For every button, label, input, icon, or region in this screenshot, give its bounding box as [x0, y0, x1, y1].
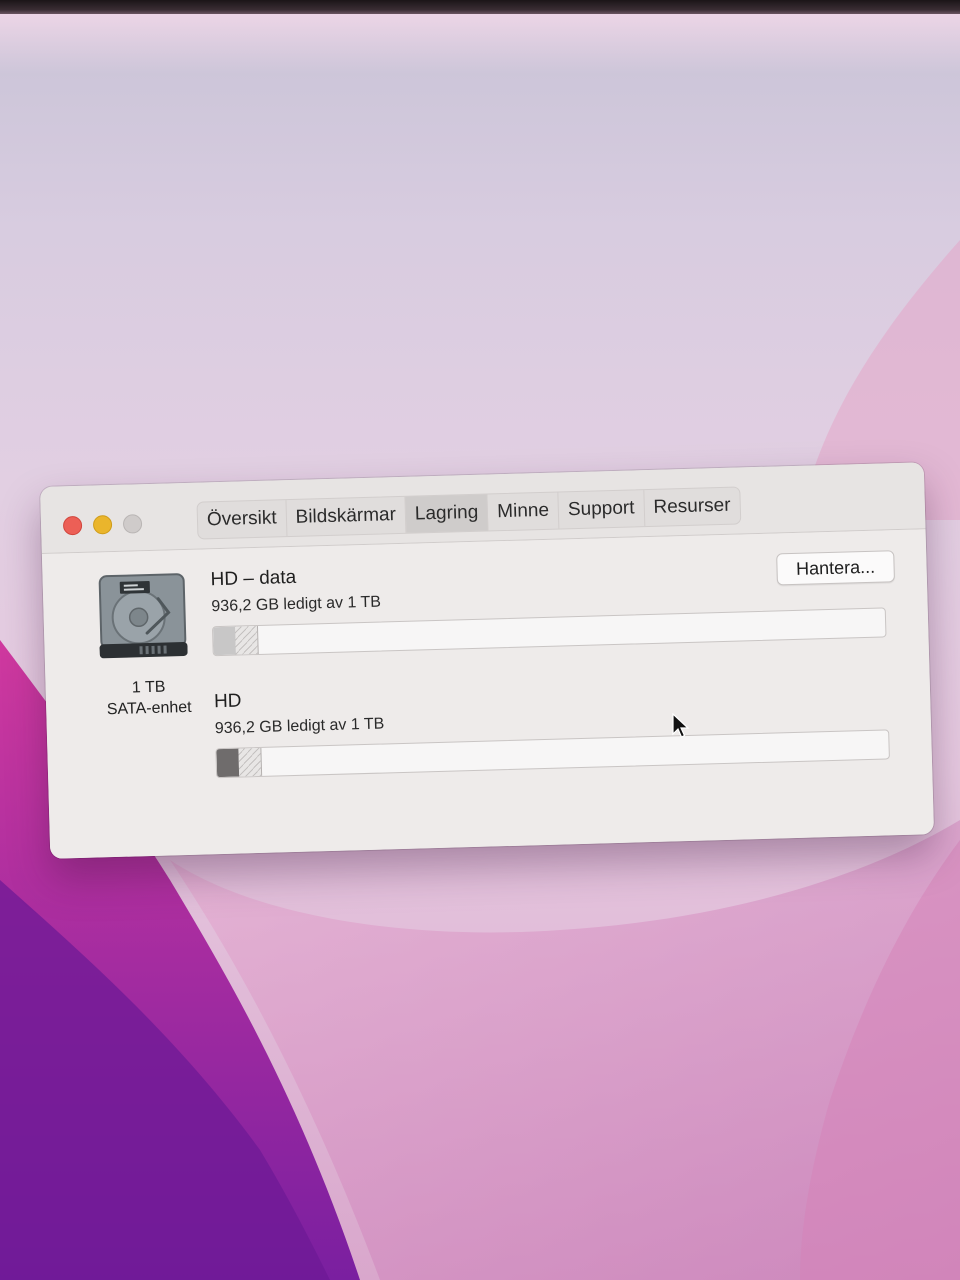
screen-bezel [0, 0, 960, 14]
tab-support[interactable]: Support [558, 490, 646, 529]
disk-type: SATA-enhet [106, 698, 192, 719]
storage-panel: 1 TB SATA-enhet HD – data 936,2 GB ledig… [41, 529, 935, 859]
volume-hd: HD 936,2 GB ledigt av 1 TB [214, 672, 896, 779]
zoom-button[interactable] [122, 514, 143, 534]
close-button[interactable] [62, 515, 83, 536]
tab-oversikt[interactable]: Översikt [197, 500, 288, 539]
storage-bar [215, 729, 890, 779]
storage-purgeable-segment [234, 625, 259, 655]
about-this-mac-window: Översikt Bildskärmar Lagring Minne Suppo… [40, 462, 935, 859]
storage-bar [211, 607, 887, 657]
minimize-button[interactable] [92, 515, 113, 535]
tab-resurser[interactable]: Resurser [644, 487, 740, 526]
storage-used-segment [212, 626, 237, 656]
tab-minne[interactable]: Minne [487, 492, 560, 531]
disk-info: 1 TB SATA-enhet [93, 676, 204, 721]
tab-bildskarmar[interactable]: Bildskärmar [286, 496, 407, 537]
mouse-pointer-icon [672, 713, 690, 738]
storage-used-segment [216, 748, 240, 778]
hard-drive-icon [98, 573, 188, 659]
wallpaper-top-highlight [0, 14, 960, 74]
storage-purgeable-segment [237, 747, 262, 777]
tab-bar: Översikt Bildskärmar Lagring Minne Suppo… [196, 486, 742, 540]
tab-lagring[interactable]: Lagring [405, 494, 489, 533]
manage-button[interactable]: Hantera... [776, 550, 895, 586]
